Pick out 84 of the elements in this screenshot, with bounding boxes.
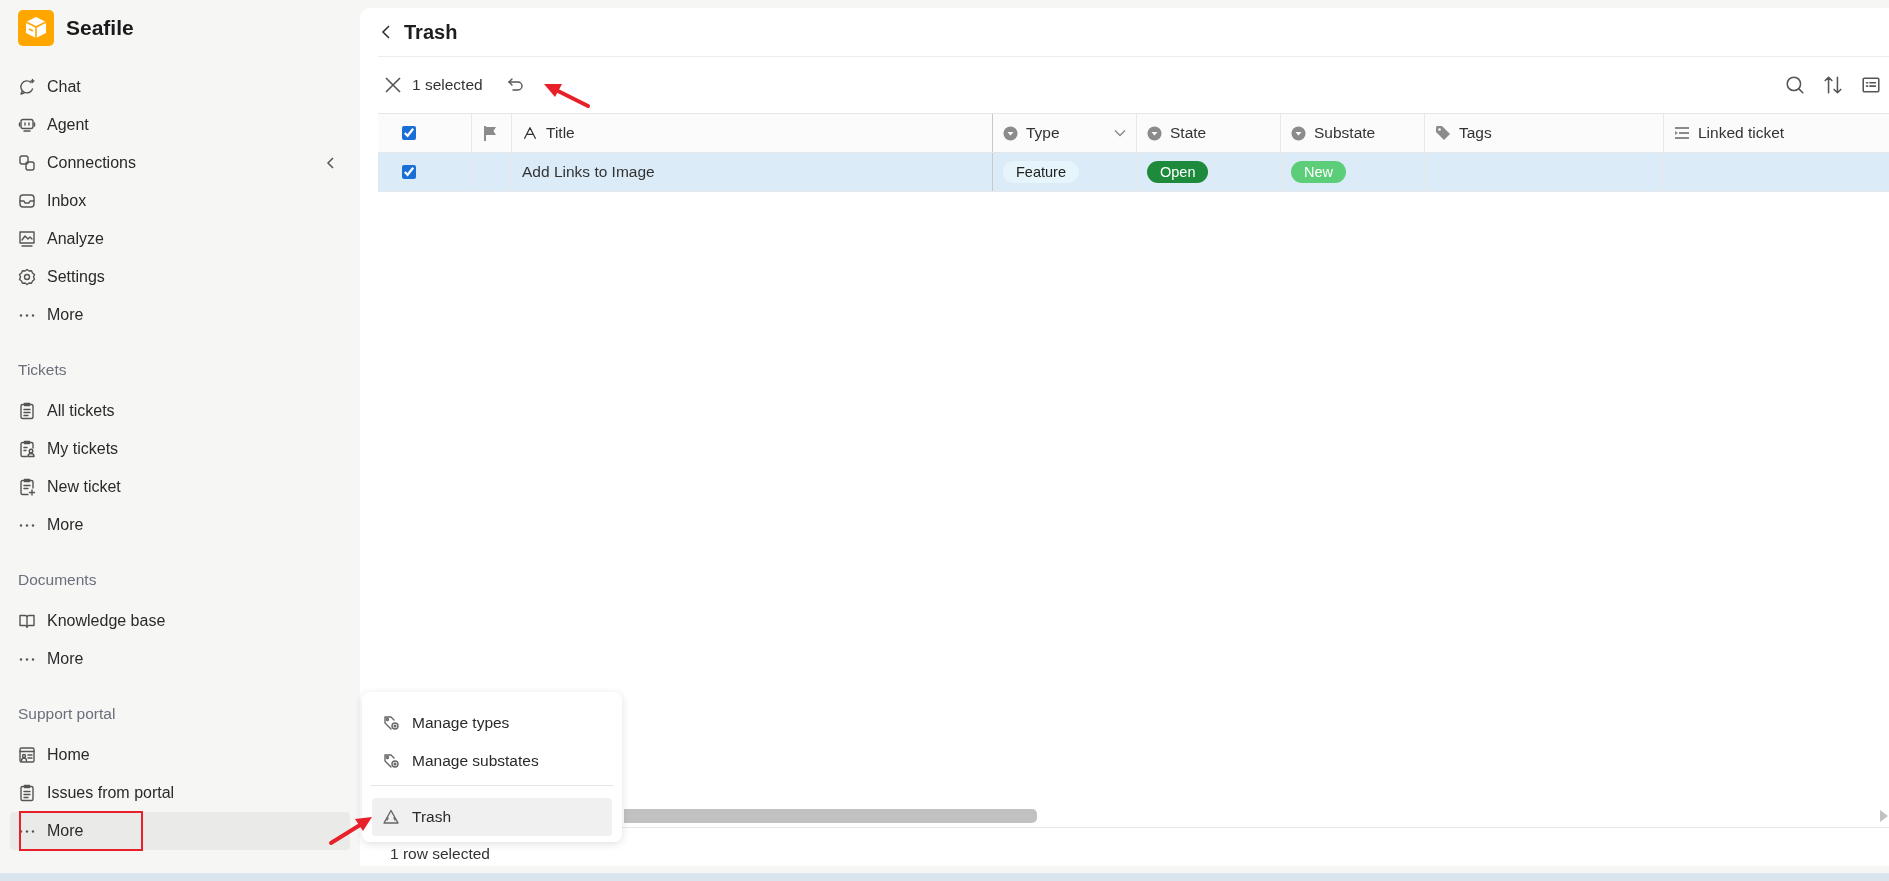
logo-icon — [18, 10, 54, 46]
clipboard-user-icon — [18, 440, 36, 458]
tag: Open — [1147, 161, 1209, 183]
selection-count: 1 selected — [412, 76, 483, 94]
status-text: 1 row selected — [390, 845, 490, 863]
browser-icon — [18, 746, 36, 764]
dots-icon — [19, 657, 35, 661]
sidebar-item[interactable]: New ticket — [10, 468, 350, 506]
dots-icon — [19, 313, 35, 317]
list-icon — [1674, 125, 1690, 141]
tag-icon — [1435, 125, 1451, 141]
sidebar-item[interactable]: My tickets — [10, 430, 350, 468]
sidebar-item[interactable]: More — [10, 640, 350, 678]
robot-icon — [18, 116, 36, 134]
squares-icon — [18, 154, 36, 172]
annotation-arrow — [544, 84, 590, 108]
list-icon — [1861, 75, 1881, 95]
sidebar-item[interactable]: Home — [10, 736, 350, 774]
section-title: Support portal — [18, 704, 117, 724]
column-title: Tags — [1459, 124, 1492, 142]
column-title: Title — [546, 124, 575, 142]
dropdown-icon — [1147, 125, 1162, 141]
dropdown-icon — [1291, 125, 1306, 141]
letter-icon — [522, 125, 538, 141]
dots-icon — [19, 523, 35, 527]
checkbox[interactable] — [402, 126, 416, 140]
close-icon — [384, 76, 402, 94]
column-title: Substate — [1314, 124, 1376, 142]
annotation-arrow — [329, 817, 372, 845]
tag: Feature — [1003, 161, 1079, 183]
sidebar-item[interactable]: Analyze — [10, 220, 350, 258]
sidebar-item[interactable]: Connections — [10, 144, 350, 182]
tag-gear-icon — [382, 752, 400, 770]
column-title: Linked ticket — [1698, 124, 1785, 142]
table-row[interactable]: Add Links to Image Feature Open New — [378, 153, 1889, 192]
chevron-icon[interactable] — [1114, 129, 1126, 137]
chat-icon — [18, 78, 36, 96]
tag: New — [1291, 161, 1346, 183]
triangle-icon — [382, 808, 400, 826]
menu-item[interactable]: Trash — [372, 798, 612, 836]
clipboard-icon — [18, 784, 36, 802]
sidebar-item[interactable]: Chat — [10, 68, 350, 106]
flag-icon — [482, 125, 498, 141]
column-title: State — [1170, 124, 1207, 142]
checkbox[interactable] — [402, 165, 416, 179]
clipboard-plus-icon — [18, 478, 36, 496]
sidebar-item[interactable]: Inbox — [10, 182, 350, 220]
column-header[interactable]: Linked ticket — [1664, 114, 1889, 152]
inbox-icon — [18, 192, 36, 210]
sidebar-item[interactable]: Issues from portal — [10, 774, 350, 812]
column-header[interactable]: Type — [993, 114, 1137, 152]
sidebar-item[interactable]: Agent — [10, 106, 350, 144]
app-name: Seafile — [66, 16, 134, 40]
sort-icon — [1823, 75, 1843, 95]
chart-icon — [18, 230, 36, 248]
page-title: Trash — [404, 20, 458, 44]
sidebar-item[interactable]: All tickets — [10, 392, 350, 430]
book-icon — [18, 612, 36, 630]
column-header[interactable]: Substate — [1281, 114, 1425, 152]
scrollbar-thumb[interactable] — [624, 809, 1037, 823]
sidebar-item[interactable]: Knowledge base — [10, 602, 350, 640]
column-title: Type — [1026, 124, 1060, 142]
back-icon — [380, 24, 392, 40]
column-header[interactable]: State — [1137, 114, 1281, 152]
search-icon — [1785, 75, 1805, 95]
undo-icon — [506, 76, 525, 94]
dropdown-icon — [1003, 125, 1018, 141]
tag-gear-icon — [382, 714, 400, 732]
column-header[interactable]: Tags — [1425, 114, 1664, 152]
column-header[interactable]: Title — [512, 114, 993, 152]
menu-item[interactable]: Manage substates — [372, 742, 612, 780]
sort-button[interactable] — [1821, 73, 1845, 97]
sidebar-item[interactable]: More — [10, 506, 350, 544]
section-title: Tickets — [18, 360, 68, 380]
sidebar-item[interactable]: Settings — [10, 258, 350, 296]
clipboard-icon — [18, 402, 36, 420]
sidebar-item[interactable]: More — [10, 812, 350, 850]
menu-item[interactable]: Manage types — [372, 704, 612, 742]
settings-icon — [18, 268, 36, 286]
section-title: Documents — [18, 570, 98, 590]
sidebar-item[interactable]: More — [10, 296, 350, 334]
dots-icon — [19, 829, 35, 833]
table-cell: Add Links to Image — [512, 153, 993, 191]
caret-icon[interactable] — [326, 156, 336, 170]
